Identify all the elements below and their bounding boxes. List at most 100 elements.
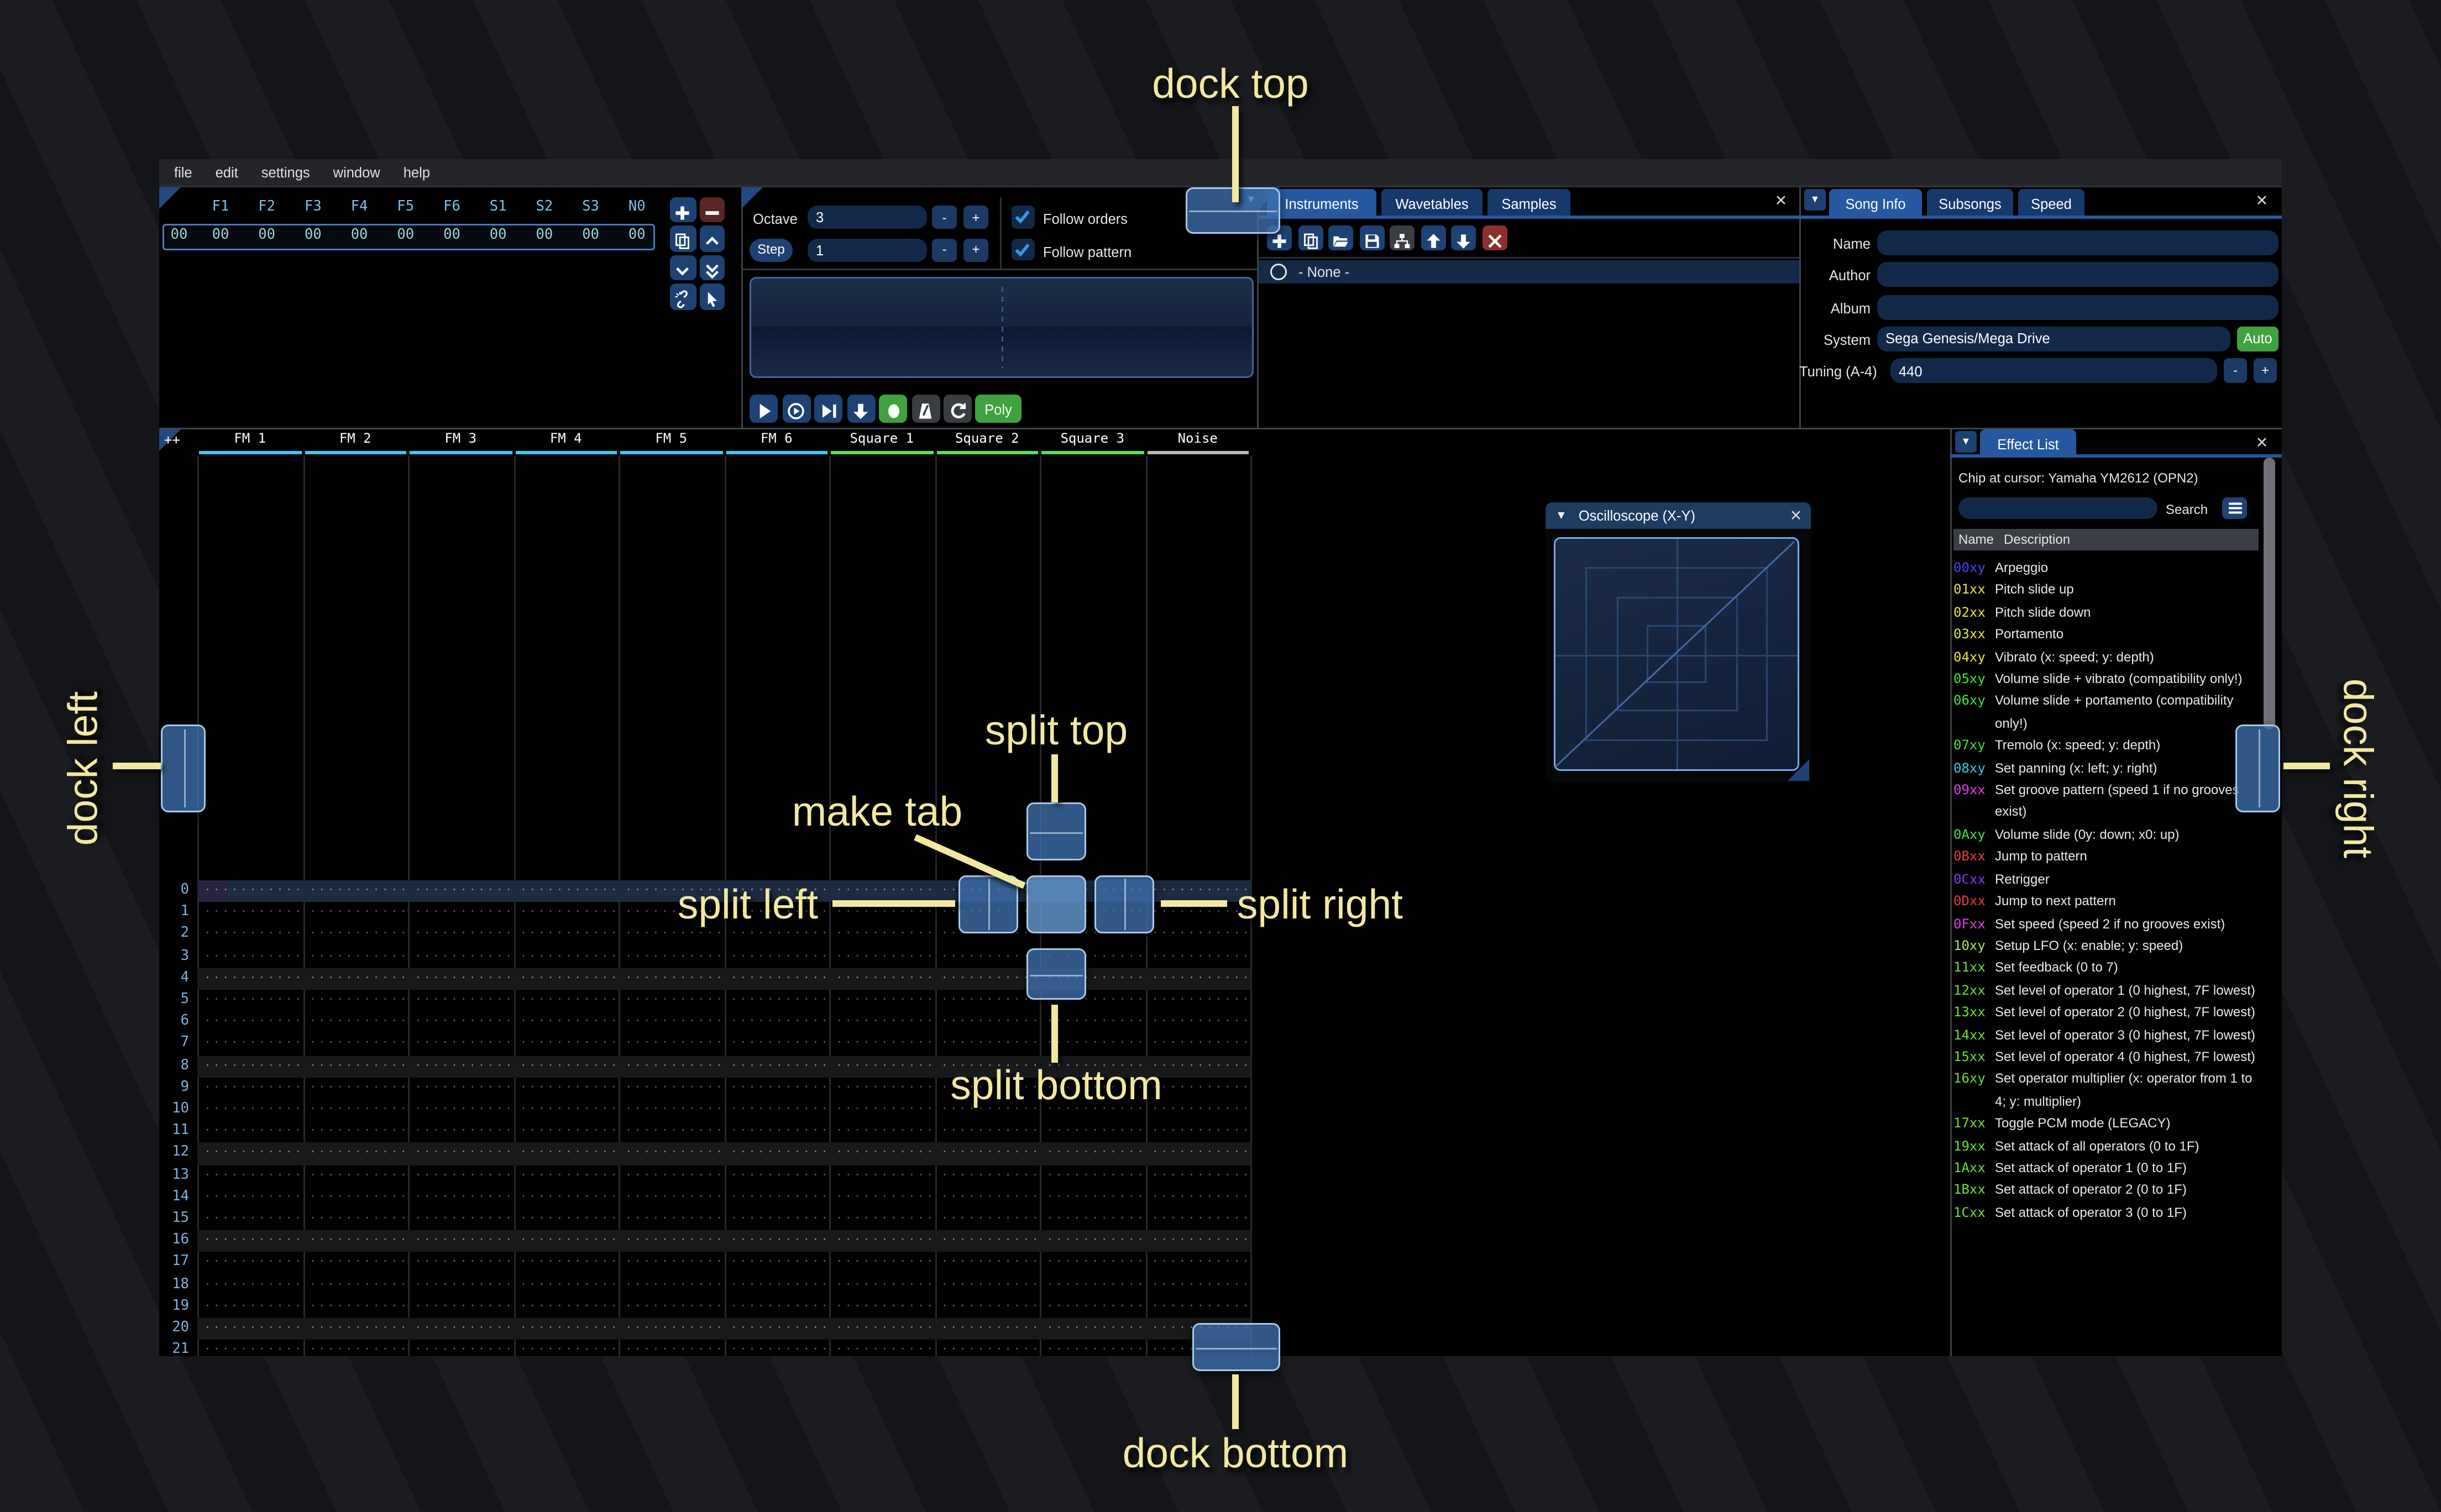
step-plus-button[interactable]: + [963,238,988,261]
pattern-cell[interactable]: ··········· [936,1274,1039,1296]
channel-header-fm-3[interactable]: FM 3 [408,431,514,451]
channel-header-square-2[interactable]: Square 2 [935,431,1040,451]
pattern-cell[interactable]: ··········· [1147,1033,1250,1056]
divider[interactable] [159,428,2282,429]
pattern-cell[interactable]: ··········· [410,1252,512,1274]
pattern-cell[interactable]: ··········· [410,946,512,968]
effect-entry[interactable]: 07xy Tremolo (x: speed; y: depth) [1953,735,2262,757]
pattern-cell[interactable]: ··········· [726,968,829,990]
pattern-cell[interactable]: ··········· [1041,1340,1144,1356]
octave-input[interactable]: 3 [808,206,927,229]
pattern-cell[interactable]: ··········· [515,990,618,1012]
effect-entry[interactable]: 08xy Set panning (x: left; y: right) [1953,757,2262,779]
effect-entry[interactable]: 1Axx Set attack of operator 1 (0 to 1F) [1953,1157,2262,1179]
pattern-cell[interactable]: ··········· [199,1296,302,1318]
pattern-cell[interactable]: ··········· [515,1274,618,1296]
pattern-cell[interactable]: ··········· [305,880,407,902]
tab-samples[interactable]: Samples [1487,189,1570,217]
effect-entry[interactable]: 0Axy Volume slide (0y: down; x0: up) [1953,824,2262,846]
system-field[interactable]: Sega Genesis/Mega Drive [1877,326,2230,351]
pattern-cell[interactable]: ··········· [410,1209,512,1231]
channel-header-square-1[interactable]: Square 1 [829,431,935,451]
instruments-arrow-up-button[interactable] [1420,225,1445,250]
pattern-cell[interactable]: ··········· [936,946,1039,968]
orders-cell[interactable]: 00 [475,227,521,244]
pattern-cell[interactable]: ··········· [726,1231,829,1253]
dock-left-target[interactable] [161,725,206,812]
pattern-cell[interactable]: ··········· [726,946,829,968]
collapse-triangle-icon[interactable]: ▼ [1555,510,1567,522]
step-button[interactable]: Step [750,238,793,261]
orders-cell[interactable]: 00 [383,227,429,244]
pattern-cell[interactable]: ··········· [410,880,512,902]
album-field[interactable] [1877,294,2278,319]
pattern-cell[interactable]: ··········· [620,1121,723,1143]
pattern-cell[interactable]: ··········· [410,1012,512,1034]
pattern-cell[interactable]: ··········· [305,1186,407,1209]
orders-chevron-down-button[interactable] [670,254,696,280]
pattern-cell[interactable]: ··········· [831,1143,934,1165]
pattern-cell[interactable]: ··········· [305,1033,407,1056]
tuning-field[interactable]: 440 [1890,358,2217,384]
pattern-cell[interactable]: ··········· [726,1340,829,1356]
dock-right-target[interactable] [2235,725,2280,812]
poly-toggle-button[interactable]: Poly [975,395,1022,423]
pattern-cell[interactable]: ··········· [515,1165,618,1187]
pattern-cell[interactable]: ··········· [199,1274,302,1296]
pattern-cell[interactable]: ··········· [620,946,723,968]
pattern-cell[interactable]: ··········· [1041,1121,1144,1143]
pattern-cell[interactable]: ··········· [620,1165,723,1187]
pattern-cell[interactable]: ··········· [620,1143,723,1165]
orders-cell[interactable]: 00 [429,227,475,244]
orders-plus-button[interactable] [670,196,696,222]
pattern-cell[interactable]: ··········· [305,1252,407,1274]
pattern-cell[interactable]: ··········· [936,1318,1039,1340]
split-right-target[interactable] [1094,875,1154,933]
pattern-cell[interactable]: ··········· [305,946,407,968]
effect-entry[interactable]: 00xy Arpeggio [1953,557,2262,579]
pattern-cell[interactable]: ··········· [620,1274,723,1296]
step-input[interactable]: 1 [808,238,927,261]
name-field[interactable] [1877,230,2278,255]
effect-entry[interactable]: 0Cxx Retrigger [1953,868,2262,890]
instruments-tree-button[interactable] [1390,225,1415,250]
pattern-cell[interactable]: ··········· [410,990,512,1012]
instrument-list-item[interactable]: - None - [1259,259,1799,284]
pattern-cell[interactable]: ··········· [199,1143,302,1165]
pattern-cell[interactable]: ··········· [831,1318,934,1340]
pattern-cell[interactable]: ··········· [305,924,407,946]
pattern-cell[interactable]: ··········· [936,1231,1039,1253]
channel-header-fm-2[interactable]: FM 2 [303,431,408,451]
pattern-cell[interactable]: ··········· [1041,1274,1144,1296]
pattern-cell[interactable]: ··········· [620,1033,723,1056]
orders-cell[interactable]: 00 [336,227,383,244]
orders-cell[interactable]: 00 [290,227,336,244]
effect-entry[interactable]: 03xx Portamento [1953,624,2262,646]
hamburger-menu-button[interactable] [2222,497,2247,519]
pattern-cell[interactable]: ··········· [305,1165,407,1187]
pattern-cell[interactable]: ··········· [1147,1296,1250,1318]
effect-entry[interactable]: 02xx Pitch slide down [1953,601,2262,623]
instruments-x-button[interactable] [1481,225,1507,250]
pattern-cell[interactable]: ··········· [515,1340,618,1356]
effect-entry[interactable]: 17xx Toggle PCM mode (LEGACY) [1953,1112,2262,1135]
pattern-cell[interactable]: ··········· [1147,946,1250,968]
pattern-cell[interactable]: ··········· [515,1252,618,1274]
pattern-cell[interactable]: ··········· [305,990,407,1012]
effect-entry[interactable]: 1Bxx Set attack of operator 2 (0 to 1F) [1953,1179,2262,1201]
instruments-duplicate-button[interactable] [1297,225,1323,250]
oscilloscope-window[interactable]: ▼ Oscilloscope (X-Y) ✕ [1546,502,1811,783]
pattern-cell[interactable]: ··········· [1041,1296,1144,1318]
pattern-cell[interactable]: ··········· [410,1033,512,1056]
pattern-cell[interactable]: ··········· [1147,968,1250,990]
oscilloscope-titlebar[interactable]: ▼ Oscilloscope (X-Y) ✕ [1546,502,1811,529]
transport-play-row-button[interactable] [814,395,842,423]
effect-col-name[interactable]: Name [1958,529,1994,551]
pattern-cell[interactable]: ··········· [831,990,934,1012]
pattern-cell[interactable]: ··········· [410,924,512,946]
pattern-cell[interactable]: ··········· [936,1143,1039,1165]
pattern-cell[interactable]: ··········· [1147,1231,1250,1253]
tab-effect-list[interactable]: Effect List [1980,429,2076,458]
pattern-cell[interactable]: ··········· [305,1296,407,1318]
resize-grip[interactable] [1788,759,1809,781]
